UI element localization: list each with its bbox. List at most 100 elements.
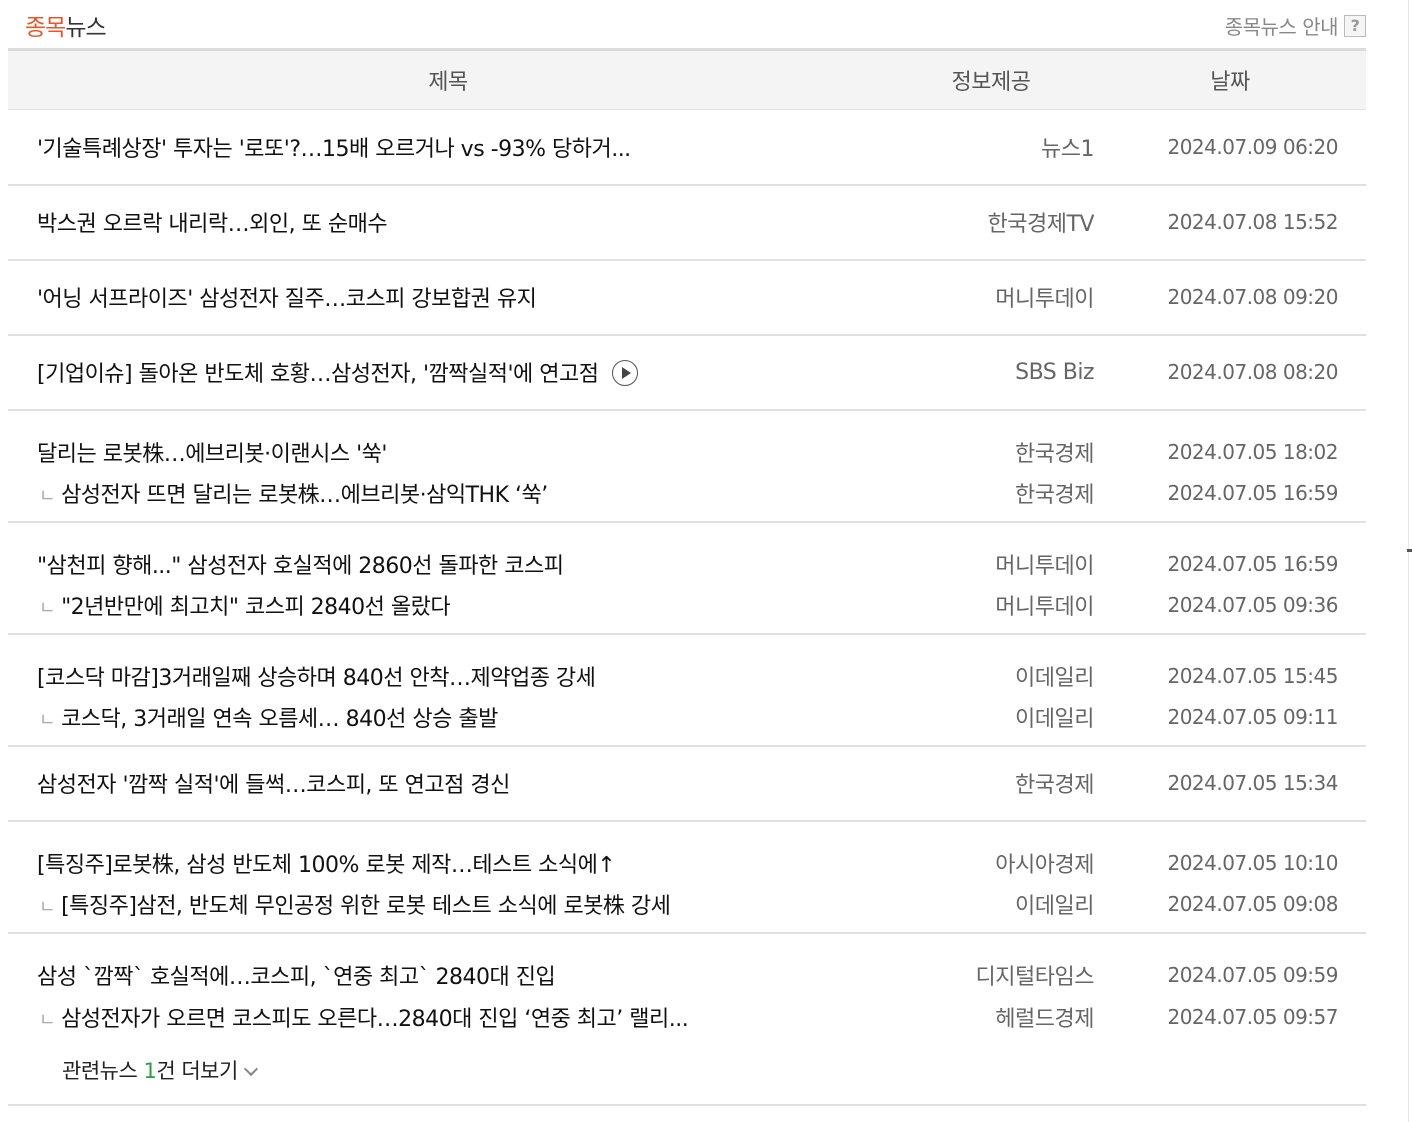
news-title-link[interactable]: [특징주]로봇株, 삼성 반도체 100% 로봇 제작…테스트 소식에↑ — [37, 853, 616, 878]
news-title-cell[interactable]: ㄴ "2년반만에 최고치" 코스피 2840선 올랐다 — [8, 587, 888, 635]
news-date: 2024.07.05 10:10 — [1167, 851, 1338, 875]
section-title-rest: 뉴스 — [65, 15, 106, 41]
news-row[interactable]: [특징주]로봇株, 삼성 반도체 100% 로봇 제작…테스트 소식에↑ 아시아경… — [8, 821, 1366, 887]
reply-corner-icon: ㄴ — [39, 486, 56, 507]
news-guide-label[interactable]: 종목뉴스 안내 — [1225, 11, 1339, 40]
news-row[interactable]: '기술특례상장' 투자는 '로또'?…15배 오르거나 vs -93% 당하거.… — [8, 109, 1366, 186]
news-title-link[interactable]: [코스닥 마감]3거래일째 상승하며 840선 안착…제약업종 강세 — [37, 666, 596, 691]
news-source: SBS Biz — [888, 334, 1094, 411]
news-title-cell[interactable]: 삼성 `깜짝` 호실적에…코스피, `연중 최고` 2840대 진입 — [8, 933, 888, 999]
news-title-link[interactable]: [기업이슈] 돌아온 반도체 호황…삼성전자, '깜짝실적'에 연고점 — [37, 362, 599, 387]
news-title-cell[interactable]: [코스닥 마감]3거래일째 상승하며 840선 안착…제약업종 강세 — [8, 634, 888, 700]
news-source: 이데일리 — [888, 699, 1094, 747]
news-source: 한국경제 — [888, 475, 1094, 523]
news-title-link[interactable]: 코스닥, 3거래일 연속 오름세… 840선 상승 출발 — [61, 707, 498, 732]
reply-corner-icon: ㄴ — [39, 897, 56, 918]
news-row[interactable]: 삼성 `깜짝` 호실적에…코스피, `연중 최고` 2840대 진입 디지털타임스… — [8, 933, 1366, 999]
news-title-link[interactable]: "삼천피 향해..." 삼성전자 호실적에 2860선 돌파한 코스피 — [37, 554, 564, 579]
news-title-cell[interactable]: [기업이슈] 돌아온 반도체 호황…삼성전자, '깜짝실적'에 연고점 — [8, 334, 888, 411]
help-icon[interactable]: ? — [1344, 14, 1366, 37]
scrollbar-track[interactable] — [1408, 0, 1412, 1122]
news-title-link[interactable]: 박스권 오르락 내리락…외인, 또 순매수 — [37, 212, 388, 237]
news-source: 뉴스1 — [888, 109, 1094, 186]
column-header-date: 날짜 — [1094, 48, 1366, 110]
news-title-link[interactable]: 삼성전자가 오르면 코스피도 오른다…2840대 진입 ‘연중 최고’ 랠리..… — [61, 1007, 689, 1032]
news-date: 2024.07.08 15:52 — [1094, 184, 1366, 261]
news-source: 한국경제TV — [888, 184, 1094, 261]
news-title-cell[interactable]: ㄴ [특징주]삼전, 반도체 무인공정 위한 로봇 테스트 소식에 로봇株 강세 — [8, 886, 888, 934]
news-group: [특징주]로봇株, 삼성 반도체 100% 로봇 제작…테스트 소식에↑ 아시아경… — [8, 821, 1366, 934]
news-date: 2024.07.05 15:45 — [1167, 664, 1338, 688]
more-count[interactable]: 1 — [143, 1059, 156, 1083]
news-row[interactable]: [코스닥 마감]3거래일째 상승하며 840선 안착…제약업종 강세 이데일리 20… — [8, 634, 1366, 700]
news-date: 2024.07.05 09:36 — [1094, 587, 1366, 635]
related-news-row[interactable]: ㄴ "2년반만에 최고치" 코스피 2840선 올랐다 머니투데이 2024.07.0… — [8, 587, 1366, 635]
news-source: 머니투데이 — [888, 587, 1094, 635]
news-title-link[interactable]: 삼성 `깜짝` 호실적에…코스피, `연중 최고` 2840대 진입 — [37, 965, 556, 990]
news-title-cell[interactable]: ㄴ 삼성전자가 오르면 코스피도 오른다…2840대 진입 ‘연중 최고’ 랠리.… — [8, 999, 888, 1045]
news-title-cell[interactable]: '기술특례상장' 투자는 '로또'?…15배 오르거나 vs -93% 당하거.… — [8, 109, 888, 186]
news-title-cell[interactable]: 박스권 오르락 내리락…외인, 또 순매수 — [8, 184, 888, 261]
news-row[interactable]: [기업이슈] 돌아온 반도체 호황…삼성전자, '깜짝실적'에 연고점 SBS B… — [8, 334, 1366, 411]
more-related-news-button[interactable]: 관련뉴스 1건 더보기 — [8, 1044, 1366, 1106]
more-related-news-row: 관련뉴스 1건 더보기 — [8, 1044, 1366, 1106]
news-title-cell[interactable]: "삼천피 향해..." 삼성전자 호실적에 2860선 돌파한 코스피 — [8, 522, 888, 588]
news-row[interactable]: '어닝 서프라이즈' 삼성전자 질주…코스피 강보합권 유지 머니투데이 2024.… — [8, 259, 1366, 336]
news-source: 이데일리 — [1015, 666, 1094, 691]
news-row[interactable]: 달리는 로봇株…에브리봇·이랜시스 '쑥' 한국경제 2024.07.05 18:0… — [8, 410, 1366, 476]
news-title-link[interactable]: 삼성전자 뜨면 달리는 로봇株…에브리봇·삼익THK ‘쑥’ — [61, 483, 548, 508]
section-title-accent: 종목 — [25, 15, 66, 41]
news-table-header-row: 제목 정보제공 날짜 — [8, 48, 1366, 110]
news-row[interactable]: "삼천피 향해..." 삼성전자 호실적에 2860선 돌파한 코스피 머니투데이… — [8, 522, 1366, 588]
news-title-link[interactable]: 삼성전자 '깜짝 실적'에 들썩…코스피, 또 연고점 경신 — [37, 773, 510, 798]
column-header-source: 정보제공 — [888, 48, 1094, 110]
news-date: 2024.07.08 08:20 — [1094, 334, 1366, 411]
news-date: 2024.07.05 15:34 — [1094, 745, 1366, 822]
news-title-cell[interactable]: '어닝 서프라이즈' 삼성전자 질주…코스피 강보합권 유지 — [8, 259, 888, 336]
news-title-cell[interactable]: 삼성전자 '깜짝 실적'에 들썩…코스피, 또 연고점 경신 — [8, 745, 888, 822]
reply-corner-icon: ㄴ — [39, 710, 56, 731]
news-table: 제목 정보제공 날짜 '기술특례상장' 투자는 '로또'?…15배 오르거나 v… — [8, 48, 1366, 1106]
news-date: 2024.07.05 09:59 — [1167, 963, 1338, 987]
news-title-link[interactable]: '기술특례상장' 투자는 '로또'?…15배 오르거나 vs -93% 당하거.… — [37, 137, 631, 162]
news-title-cell[interactable]: 달리는 로봇株…에브리봇·이랜시스 '쑥' — [8, 410, 888, 476]
related-news-row[interactable]: ㄴ [특징주]삼전, 반도체 무인공정 위한 로봇 테스트 소식에 로봇株 강세 이… — [8, 886, 1366, 934]
news-source: 머니투데이 — [888, 259, 1094, 336]
news-guide-link[interactable]: 종목뉴스 안내 ? — [1225, 11, 1366, 40]
news-title-link[interactable]: 달리는 로봇株…에브리봇·이랜시스 '쑥' — [37, 442, 387, 467]
news-group: 달리는 로봇株…에브리봇·이랜시스 '쑥' 한국경제 2024.07.05 18:0… — [8, 410, 1366, 523]
news-date: 2024.07.05 09:08 — [1094, 886, 1366, 934]
related-news-row[interactable]: ㄴ 삼성전자가 오르면 코스피도 오른다…2840대 진입 ‘연중 최고’ 랠리.… — [8, 999, 1366, 1045]
scrollbar-marker — [1407, 549, 1412, 552]
news-title-link[interactable]: "2년반만에 최고치" 코스피 2840선 올랐다 — [61, 595, 451, 620]
news-group: 박스권 오르락 내리락…외인, 또 순매수 한국경제TV 2024.07.08 15… — [8, 184, 1366, 261]
more-label-prefix[interactable]: 관련뉴스 — [62, 1059, 143, 1083]
news-group: '어닝 서프라이즈' 삼성전자 질주…코스피 강보합권 유지 머니투데이 2024.… — [8, 259, 1366, 336]
related-news-row[interactable]: ㄴ 코스닥, 3거래일 연속 오름세… 840선 상승 출발 이데일리 2024.07… — [8, 699, 1366, 747]
news-title-link[interactable]: [특징주]삼전, 반도체 무인공정 위한 로봇 테스트 소식에 로봇株 강세 — [61, 894, 671, 919]
news-date: 2024.07.05 09:57 — [1167, 1004, 1338, 1029]
related-news-row[interactable]: ㄴ 삼성전자 뜨면 달리는 로봇株…에브리봇·삼익THK ‘쑥’ 한국경제 2024.… — [8, 475, 1366, 523]
news-group: 삼성 `깜짝` 호실적에…코스피, `연중 최고` 2840대 진입 디지털타임스… — [8, 933, 1366, 1106]
news-title-cell[interactable]: [특징주]로봇株, 삼성 반도체 100% 로봇 제작…테스트 소식에↑ — [8, 821, 888, 887]
column-header-title: 제목 — [8, 48, 888, 110]
play-icon[interactable] — [612, 360, 639, 386]
news-date: 2024.07.08 09:20 — [1094, 259, 1366, 336]
chevron-down-icon[interactable] — [243, 1061, 258, 1077]
news-source: 헤럴드경제 — [995, 1006, 1094, 1032]
news-row[interactable]: 삼성전자 '깜짝 실적'에 들썩…코스피, 또 연고점 경신 한국경제 2024.0… — [8, 745, 1366, 822]
news-source: 디지털타임스 — [975, 965, 1094, 990]
news-source: 이데일리 — [888, 886, 1094, 934]
news-source: 머니투데이 — [995, 554, 1094, 579]
reply-corner-icon: ㄴ — [39, 1009, 56, 1031]
more-label-suffix[interactable]: 건 더보기 — [156, 1059, 238, 1083]
news-title-cell[interactable]: ㄴ 코스닥, 3거래일 연속 오름세… 840선 상승 출발 — [8, 699, 888, 747]
news-group: 삼성전자 '깜짝 실적'에 들썩…코스피, 또 연고점 경신 한국경제 2024.0… — [8, 745, 1366, 822]
news-date: 2024.07.05 09:11 — [1094, 699, 1366, 747]
news-source: 한국경제 — [888, 745, 1094, 822]
news-title-link[interactable]: '어닝 서프라이즈' 삼성전자 질주…코스피 강보합권 유지 — [37, 287, 537, 312]
news-group: [코스닥 마감]3거래일째 상승하며 840선 안착…제약업종 강세 이데일리 20… — [8, 634, 1366, 747]
news-row[interactable]: 박스권 오르락 내리락…외인, 또 순매수 한국경제TV 2024.07.08 15… — [8, 184, 1366, 261]
news-group: '기술특례상장' 투자는 '로또'?…15배 오르거나 vs -93% 당하거.… — [8, 109, 1366, 186]
news-title-cell[interactable]: ㄴ 삼성전자 뜨면 달리는 로봇株…에브리봇·삼익THK ‘쑥’ — [8, 475, 888, 523]
